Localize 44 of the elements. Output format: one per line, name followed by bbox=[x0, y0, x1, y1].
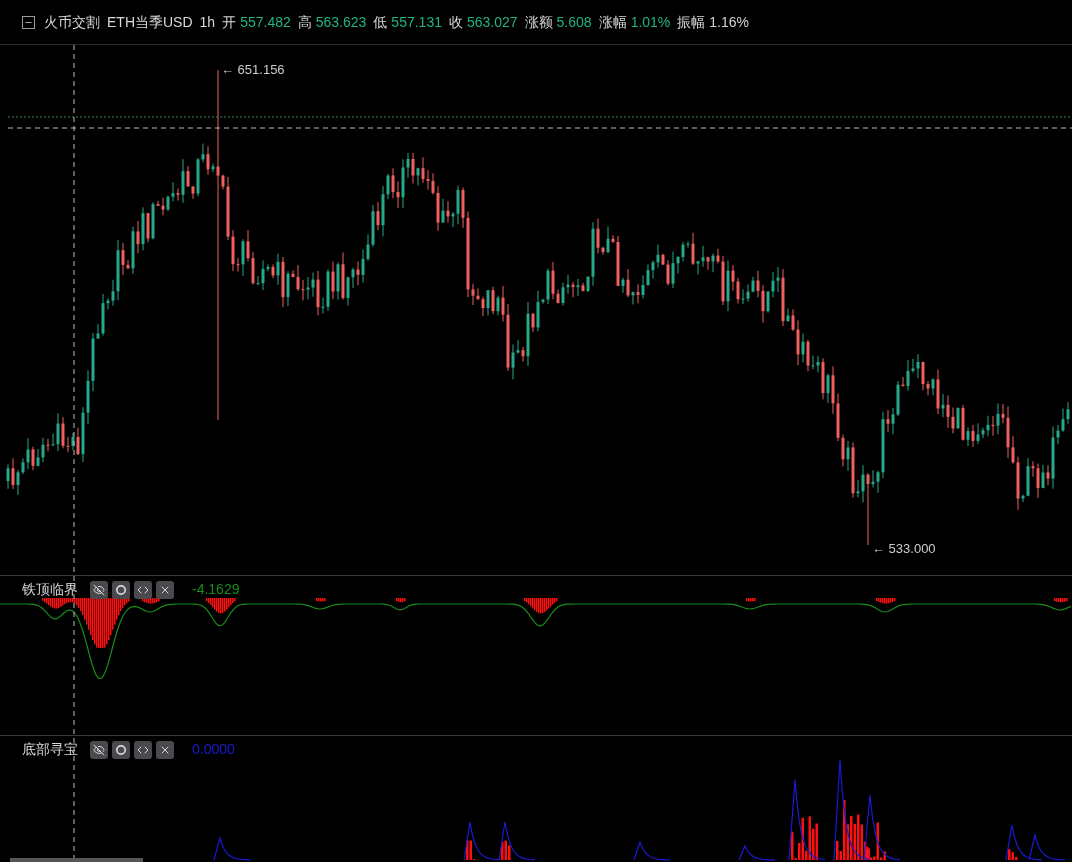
interval-label: 1h bbox=[199, 12, 216, 32]
indicator-line bbox=[738, 844, 776, 861]
indicator-line bbox=[1028, 832, 1066, 861]
settings-button[interactable] bbox=[112, 740, 130, 759]
indicator-line bbox=[633, 840, 671, 861]
field-value: 563.623 bbox=[315, 12, 367, 32]
field-label: 振幅 bbox=[677, 12, 706, 32]
hide-button[interactable] bbox=[90, 580, 108, 599]
ring-icon bbox=[116, 744, 126, 755]
field-value: 557.482 bbox=[240, 12, 291, 32]
field-label: 开 bbox=[222, 12, 237, 32]
field-value: 1.01% bbox=[630, 12, 671, 32]
field-label: 涨幅 bbox=[598, 12, 627, 32]
ring-icon bbox=[116, 584, 126, 595]
indicator-value: 0.0000 bbox=[192, 740, 235, 759]
field-label: 低 bbox=[373, 12, 388, 32]
symbol-name: ETH当季USD bbox=[107, 12, 193, 32]
field-label: 高 bbox=[297, 12, 312, 32]
field-value: 557.131 bbox=[391, 12, 442, 32]
high-price-label: ← 651.156 bbox=[221, 61, 285, 79]
indicator-name: 底部寻宝 bbox=[22, 740, 78, 759]
close-button[interactable] bbox=[156, 580, 174, 599]
indicator-name: 铁顶临界 bbox=[22, 580, 78, 599]
indicator-value: -4.1629 bbox=[192, 580, 240, 599]
field-value: 563.027 bbox=[466, 12, 518, 32]
hide-button[interactable] bbox=[90, 740, 108, 759]
field-label: 涨额 bbox=[524, 12, 553, 32]
low-price-label: ← 533.000 bbox=[872, 540, 936, 558]
close-button[interactable] bbox=[156, 740, 174, 759]
source-code-button[interactable] bbox=[134, 740, 152, 759]
collapse-button[interactable] bbox=[22, 15, 35, 29]
indicator-line bbox=[213, 835, 251, 861]
indicator-line bbox=[1005, 824, 1043, 861]
indicator-line bbox=[463, 821, 501, 861]
eye-off-icon bbox=[93, 583, 105, 596]
field-value: 5.608 bbox=[556, 12, 592, 32]
source-code-button[interactable] bbox=[134, 580, 152, 599]
exchange-name: 火币交割 bbox=[44, 12, 100, 32]
scrollbar-thumb[interactable] bbox=[10, 858, 143, 862]
field-value: 1.16% bbox=[709, 12, 750, 32]
field-label: 收 bbox=[448, 12, 463, 32]
indicator-line bbox=[498, 821, 536, 861]
settings-button[interactable] bbox=[112, 580, 130, 599]
eye-off-icon bbox=[93, 743, 105, 756]
